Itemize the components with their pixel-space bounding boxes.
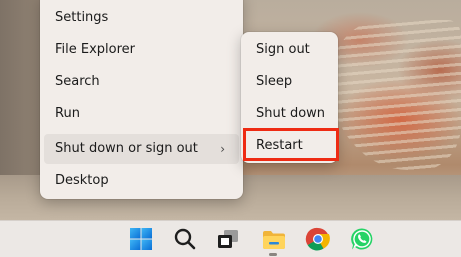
submenu-item-sign-out[interactable]: Sign out	[245, 35, 334, 65]
submenu-item-label: Sleep	[256, 74, 293, 89]
power-user-context-menu: Settings File Explorer Search Run Shut d…	[40, 0, 243, 199]
chevron-right-icon: ›	[220, 142, 225, 156]
menu-item-file-explorer[interactable]: File Explorer	[44, 35, 239, 65]
menu-item-run[interactable]: Run	[44, 99, 239, 129]
submenu-item-restart[interactable]: Restart	[245, 131, 334, 161]
menu-item-label: Settings	[55, 10, 109, 25]
whatsapp-icon[interactable]	[349, 226, 375, 252]
desktop-screen: Settings File Explorer Search Run Shut d…	[0, 0, 461, 257]
submenu-item-label: Sign out	[256, 42, 310, 57]
task-view-icon[interactable]	[215, 226, 241, 252]
menu-item-shut-down-or-sign-out[interactable]: Shut down or sign out ›	[44, 134, 239, 164]
menu-item-search[interactable]: Search	[44, 67, 239, 97]
menu-item-label: Search	[55, 74, 100, 89]
menu-item-label: Run	[55, 106, 80, 121]
menu-item-label: Shut down or sign out	[55, 141, 198, 156]
submenu-item-sleep[interactable]: Sleep	[245, 67, 334, 97]
menu-item-label: File Explorer	[55, 42, 136, 57]
shut-down-submenu: Sign out Sleep Shut down Restart	[241, 32, 338, 163]
submenu-item-label: Shut down	[256, 106, 326, 121]
menu-item-desktop[interactable]: Desktop	[44, 166, 239, 196]
file-explorer-icon[interactable]	[261, 226, 287, 252]
windows-start-icon[interactable]	[128, 226, 154, 252]
submenu-item-shut-down[interactable]: Shut down	[245, 99, 334, 129]
submenu-item-label: Restart	[256, 138, 303, 153]
menu-item-settings[interactable]: Settings	[44, 3, 239, 33]
wallpaper-rock-strata	[330, 20, 461, 170]
search-icon[interactable]	[172, 226, 198, 252]
taskbar	[0, 220, 461, 257]
chrome-icon[interactable]	[305, 226, 331, 252]
running-app-indicator	[269, 253, 277, 256]
menu-item-label: Desktop	[55, 173, 109, 188]
